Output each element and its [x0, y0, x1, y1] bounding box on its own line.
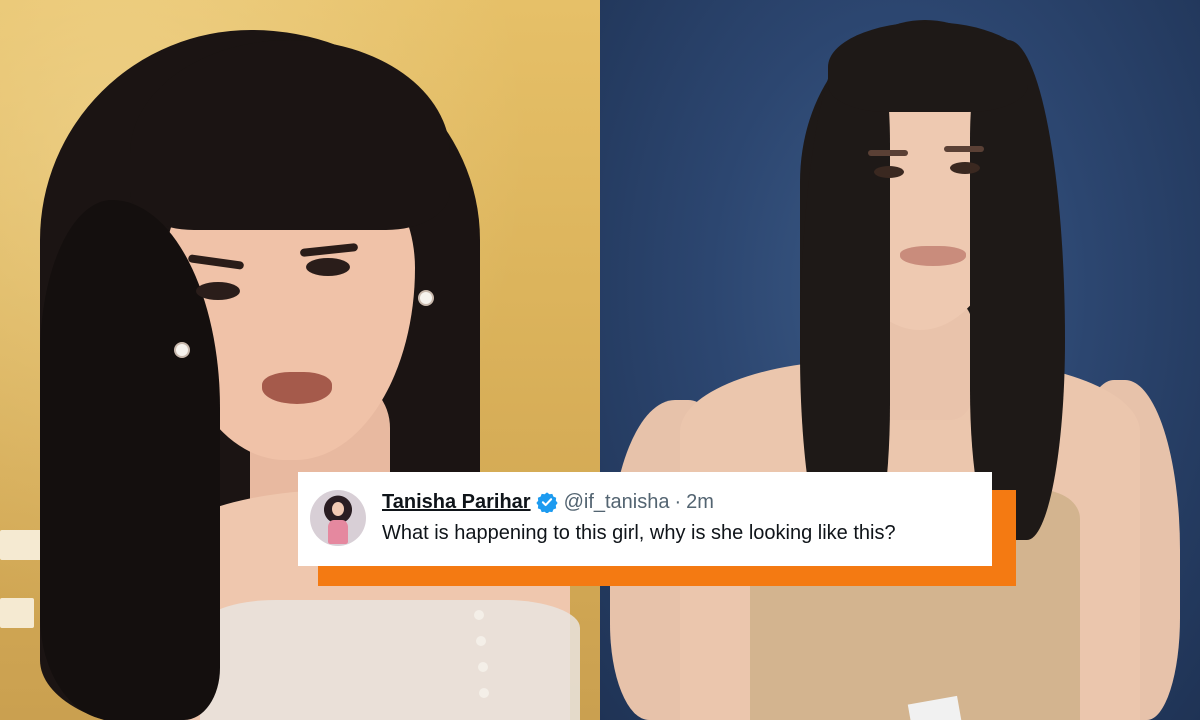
meme-canvas: Tanisha Parihar @if_tanisha · 2m What is… — [0, 0, 1200, 720]
author-name[interactable]: Tanisha Parihar — [382, 491, 531, 514]
tweet-body: Tanisha Parihar @if_tanisha · 2m What is… — [382, 488, 896, 545]
necklace-bead — [478, 662, 488, 672]
earring — [176, 344, 188, 356]
tweet-timestamp[interactable]: 2m — [686, 491, 714, 514]
necklace-bead — [474, 610, 484, 620]
backdrop-tile — [0, 598, 34, 628]
tweet-header: Tanisha Parihar @if_tanisha · 2m — [382, 488, 896, 516]
separator-dot: · — [674, 490, 682, 513]
eyebrow-left — [868, 150, 908, 156]
avatar[interactable] — [310, 490, 366, 546]
lace-top — [200, 600, 580, 720]
eye-left — [874, 166, 904, 178]
eye-left — [196, 282, 240, 300]
avatar-face — [332, 502, 344, 516]
necklace-bead — [476, 636, 486, 646]
eyebrow-right — [944, 146, 984, 152]
author-handle[interactable]: @if_tanisha — [564, 491, 670, 514]
eye-right — [306, 258, 350, 276]
right-photo — [600, 0, 1200, 720]
avatar-dress — [328, 520, 348, 544]
verified-badge-icon — [535, 492, 558, 513]
tweet-text: What is happening to this girl, why is s… — [382, 522, 896, 544]
lips — [262, 372, 332, 404]
hair-top — [828, 22, 1028, 112]
necklace-bead — [479, 688, 489, 698]
hair-front-right — [970, 40, 1065, 540]
hair-side — [40, 200, 220, 720]
left-photo — [0, 0, 600, 720]
tweet-card[interactable]: Tanisha Parihar @if_tanisha · 2m What is… — [298, 472, 992, 566]
earring — [420, 292, 432, 304]
lips — [900, 246, 966, 266]
eye-right — [950, 162, 980, 174]
